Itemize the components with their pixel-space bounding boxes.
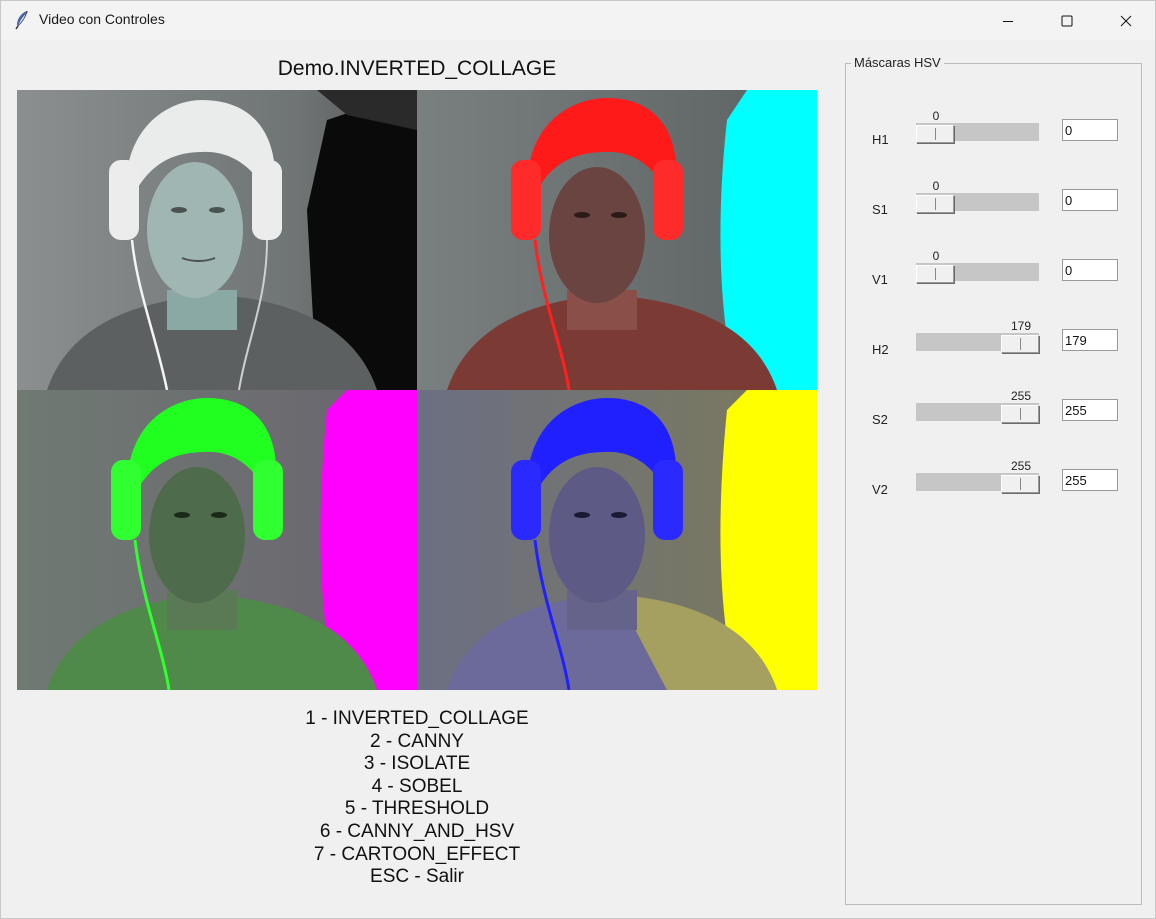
s2-entry[interactable] — [1062, 399, 1118, 421]
h2-slider[interactable] — [916, 333, 1039, 353]
v2-slider[interactable] — [916, 473, 1039, 493]
video-frame — [17, 90, 817, 690]
slider-value-label: 255 — [1010, 389, 1032, 403]
slider-value-label: 0 — [932, 109, 940, 123]
menu-item: 3 - ISOLATE — [363, 753, 471, 775]
minimize-icon — [1003, 20, 1013, 22]
s2-slider[interactable] — [916, 403, 1039, 423]
feather-icon — [14, 10, 30, 30]
slider-row-h1: H1 0 — [845, 109, 1142, 161]
video-title: Demo.INVERTED_COLLAGE — [277, 57, 557, 80]
slider-thumb[interactable] — [916, 125, 954, 143]
slider-row-s1: S1 0 — [845, 179, 1142, 231]
slider-row-v1: V1 0 — [845, 249, 1142, 301]
s1-slider[interactable] — [916, 193, 1039, 213]
s1-entry[interactable] — [1062, 189, 1118, 211]
slider-thumb[interactable] — [1001, 475, 1039, 493]
slider-label: V1 — [872, 272, 888, 287]
slider-thumb[interactable] — [1001, 405, 1039, 423]
menu-item: 6 - CANNY_AND_HSV — [319, 820, 515, 842]
v1-slider[interactable] — [916, 263, 1039, 283]
v2-entry[interactable] — [1062, 469, 1118, 491]
slider-label: V2 — [872, 482, 888, 497]
collage-quadrant-red — [417, 90, 817, 390]
collage-quadrant-blue — [417, 390, 817, 690]
close-icon — [1120, 15, 1132, 26]
title-bar[interactable]: Video con Controles — [1, 1, 1155, 40]
slider-thumb[interactable] — [1001, 335, 1039, 353]
maximize-button[interactable] — [1038, 1, 1096, 40]
menu-item: 5 - THRESHOLD — [344, 798, 490, 820]
slider-value-label: 0 — [932, 179, 940, 193]
slider-row-v2: V2 255 — [845, 459, 1142, 511]
minimize-button[interactable] — [979, 1, 1037, 40]
slider-value-label: 0 — [932, 249, 940, 263]
menu-item: 4 - SOBEL — [371, 775, 463, 797]
slider-thumb[interactable] — [916, 195, 954, 213]
collage-quadrant-green — [17, 390, 417, 690]
h2-entry[interactable] — [1062, 329, 1118, 351]
window-title: Video con Controles — [39, 11, 165, 27]
menu-item: 7 - CARTOON_EFFECT — [313, 843, 521, 865]
menu-item: 2 - CANNY — [370, 730, 464, 752]
slider-label: H2 — [872, 342, 889, 357]
h1-slider[interactable] — [916, 123, 1039, 143]
app-window: Video con Controles Demo.INVERTED_COLLAG… — [0, 0, 1156, 919]
slider-label: S1 — [872, 202, 888, 217]
maximize-icon — [1061, 15, 1073, 26]
panel-title: Máscaras HSV — [851, 55, 944, 70]
menu-item: 1 - INVERTED_COLLAGE — [305, 708, 529, 729]
slider-row-h2: H2 179 — [845, 319, 1142, 371]
slider-thumb[interactable] — [916, 265, 954, 283]
slider-label: S2 — [872, 412, 888, 427]
slider-row-s2: S2 255 — [845, 389, 1142, 441]
mode-menu: 1 - INVERTED_COLLAGE 2 - CANNY 3 - ISOLA… — [17, 708, 817, 889]
menu-item: ESC - Salir — [370, 866, 464, 888]
slider-value-label: 255 — [1010, 459, 1032, 473]
slider-value-label: 179 — [1010, 319, 1032, 333]
close-button[interactable] — [1097, 1, 1155, 40]
slider-label: H1 — [872, 132, 889, 147]
v1-entry[interactable] — [1062, 259, 1118, 281]
collage-quadrant-inverted — [17, 90, 417, 390]
h1-entry[interactable] — [1062, 119, 1118, 141]
